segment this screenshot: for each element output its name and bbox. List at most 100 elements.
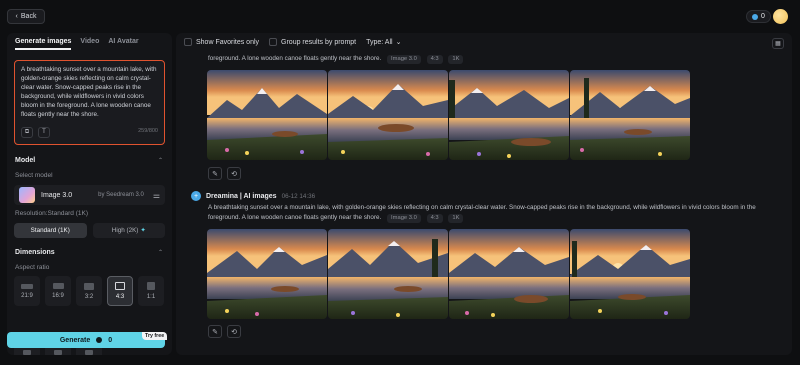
resolution-label: Resolution:Standard (1K) [15,210,88,217]
sparkle-icon: ✦ [140,227,146,234]
generation-images [207,70,690,160]
generated-image[interactable] [449,229,569,319]
resolution-high-button[interactable]: High (2K) ✦ [92,223,165,238]
show-favorites-label: Show Favorites only [196,38,260,46]
generation-prompt: foreground. A lone wooden canoe floats g… [208,54,464,64]
ratio-shape-icon [23,349,31,355]
edit-icon[interactable]: ✎ [208,167,222,180]
generate-label: Generate [59,336,91,344]
prompt-text: foreground. A lone wooden canoe floats g… [208,214,382,221]
generated-image[interactable] [207,70,327,160]
credits-count: 0 [761,13,765,20]
tab-generate-images[interactable]: Generate images [15,38,72,50]
group-by-prompt-checkbox[interactable]: Group results by prompt [269,38,356,46]
resolution-standard-label: Standard (1K) [30,227,70,234]
filter-bar: Show Favorites only Group results by pro… [184,38,401,46]
generated-image[interactable] [570,70,690,160]
model-thumbnail [19,187,35,203]
ratio-shape-icon [115,282,125,290]
ratio-tag: 4:3 [426,55,443,64]
ratio-21-9-button[interactable]: 21:9 [14,276,40,306]
tune-icon[interactable]: ⚌ [153,191,160,200]
generated-image[interactable] [570,229,690,319]
ratio-tag: 4:3 [426,214,443,223]
prompt-text: A breathtaking sunset over a mountain la… [208,204,756,211]
edit-icon[interactable]: ✎ [208,325,222,338]
generation-images [207,229,690,319]
prompt-input[interactable]: A breathtaking sunset over a mountain la… [14,60,165,145]
generation-time: 06-12 14:36 [281,192,316,200]
back-label: Back [20,13,37,20]
ratio-shape-icon [21,283,33,289]
calendar-icon[interactable]: ▦ [772,38,784,49]
model-heading: Model [15,157,36,164]
ratio-16-9-button[interactable]: 16:9 [45,276,71,306]
dimensions-heading: Dimensions [15,249,55,256]
ratio-3-2-button[interactable]: 3:2 [76,276,102,306]
prompt-text[interactable]: A breathtaking sunset over a mountain la… [21,66,158,119]
tab-ai-avatar[interactable]: AI Avatar [108,38,138,50]
dreamina-logo-icon: + [191,191,201,201]
ratio-4-3-button[interactable]: 4:3 [107,276,133,306]
generation-prompt: A breathtaking sunset over a mountain la… [208,203,756,223]
avatar[interactable] [773,9,788,24]
ratio-shape-icon [85,349,93,355]
left-panel: Generate images Video AI Avatar A breath… [7,33,172,355]
results-panel: Show Favorites only Group results by pro… [176,33,792,355]
ratio-label: 3:2 [84,293,94,300]
model-selector[interactable]: Image 3.0 by Seedream 3.0 ⚌ [14,185,165,205]
generated-image[interactable] [328,229,448,319]
generation-header: + Dreamina | AI images 06-12 14:36 [191,191,315,201]
type-label: Type: All [366,38,393,46]
ratio-label: 1:1 [146,294,156,300]
credits-badge[interactable]: 0 [746,10,771,23]
resolution-standard-button[interactable]: Standard (1K) [14,223,87,238]
regenerate-icon[interactable]: ⟲ [227,167,241,180]
chevron-up-icon[interactable]: ⌃ [158,249,163,256]
resolution-options: Standard (1K) High (2K) ✦ [14,223,165,238]
select-model-label: Select model [15,172,53,179]
credit-icon [96,337,103,343]
generation-actions: ✎ ⟲ [208,325,241,338]
aspect-ratio-label: Aspect ratio [15,264,50,271]
chevron-up-icon[interactable]: ⌃ [158,157,163,164]
model-tag: Image 3.0 [387,55,421,64]
generate-cost: 0 [108,336,113,344]
ratio-label: 21:9 [21,292,33,299]
resolution-tag: 1K [448,214,464,223]
mode-tabs: Generate images Video AI Avatar [15,38,139,50]
try-free-badge: Try free [142,332,168,340]
group-by-prompt-label: Group results by prompt [281,38,357,46]
ratio-shape-icon [84,282,94,290]
model-tag: Image 3.0 [387,214,421,223]
show-favorites-checkbox[interactable]: Show Favorites only [184,38,259,46]
aspect-ratio-options: 21:9 16:9 3:2 4:3 1:1 [14,276,165,306]
back-button[interactable]: ‹ Back [7,9,45,24]
char-count: 259/800 [138,128,158,135]
text-format-icon[interactable]: T [38,127,50,138]
prompt-text: foreground. A lone wooden canoe floats g… [208,55,382,62]
model-name: Image 3.0 [41,191,73,199]
tab-video[interactable]: Video [80,38,99,50]
ratio-label: 4:3 [115,294,125,300]
checkbox-box[interactable] [269,38,278,46]
credit-icon [752,13,758,20]
generation-source: Dreamina | AI images [206,192,277,200]
ratio-shape-icon [52,283,64,289]
checkbox-box[interactable] [184,38,192,46]
chevron-left-icon: ‹ [15,13,18,20]
generated-image[interactable] [449,70,569,160]
ratio-shape-icon [54,349,62,355]
generated-image[interactable] [207,229,327,319]
resolution-tag: 1K [448,55,464,64]
ratio-shape-icon [147,282,155,290]
model-provider: by Seedream 3.0 [98,192,144,198]
ratio-1-1-button[interactable]: 1:1 [138,276,164,306]
image-upload-icon[interactable]: ⧉ [21,127,33,138]
ratio-label: 16:9 [52,293,64,299]
generated-image[interactable] [328,70,448,160]
resolution-high-label: High (2K) [111,227,139,234]
type-dropdown[interactable]: Type: All ⌄ [366,38,401,47]
generation-actions: ✎ ⟲ [208,167,241,180]
regenerate-icon[interactable]: ⟲ [227,325,241,338]
